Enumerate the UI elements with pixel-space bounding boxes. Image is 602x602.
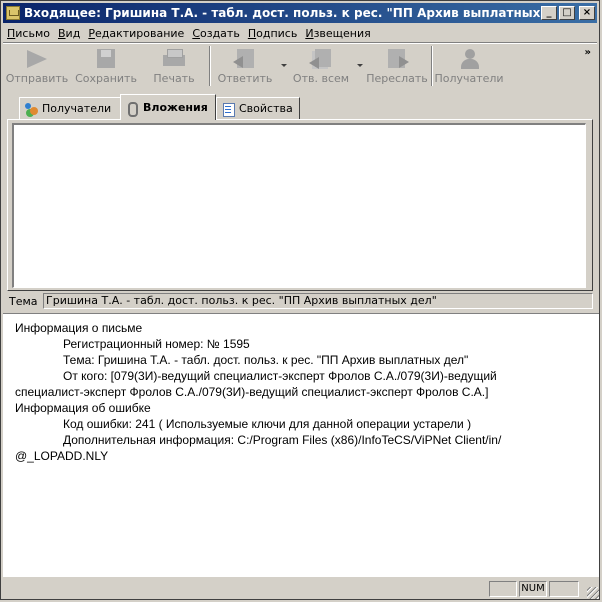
menu-signature-mnemonic: П (247, 26, 257, 40)
forward-icon (385, 48, 409, 70)
menu-signature[interactable]: Подпись (244, 27, 302, 40)
properties-icon (221, 102, 235, 117)
recipients-label: Получатели (434, 72, 504, 85)
tab-recipients[interactable]: Получатели (19, 97, 121, 119)
status-cell-scroll (549, 581, 579, 597)
status-bar: NUM (3, 579, 599, 599)
reply-all-icon (309, 48, 333, 70)
menu-signature-label: одпись (256, 26, 298, 40)
tab-properties-label: Свойства (239, 102, 293, 115)
letter-topic: Тема: Гришина Т.А. - табл. дост. польз. … (63, 353, 469, 367)
resize-grip-icon[interactable] (587, 587, 599, 599)
tab-control: Получатели Вложения Свойства (7, 93, 593, 291)
tab-attachments-label: Вложения (143, 101, 208, 114)
attachments-list[interactable] (12, 123, 586, 288)
subject-label: Тема (9, 294, 38, 308)
menu-view-label: ид (65, 26, 81, 40)
letter-info-heading: Информация о письме (15, 321, 143, 335)
forward-button[interactable]: Переслать (365, 44, 429, 88)
reply-icon (233, 48, 257, 70)
toolbar-separator (209, 46, 211, 86)
menu-notifications[interactable]: Извещения (301, 27, 374, 40)
reply-dropdown-arrow-icon[interactable] (281, 64, 287, 67)
forward-label: Переслать (366, 72, 428, 85)
menu-edit[interactable]: Редактирование (84, 27, 188, 40)
save-icon (94, 48, 118, 70)
error-info-heading: Информация об ошибке (15, 401, 151, 415)
menu-letter-label: исьмо (15, 26, 50, 40)
reply-label: Ответить (217, 72, 273, 85)
menu-create-label: оздать (200, 26, 240, 40)
people-icon (24, 102, 38, 116)
menu-edit-mnemonic: Р (88, 26, 95, 40)
maximize-button[interactable]: □ (559, 6, 575, 20)
send-icon (25, 48, 49, 70)
message-info-pane[interactable]: Информация о письме Регистрационный номе… (3, 313, 599, 577)
envelope-icon (6, 6, 20, 20)
menu-letter[interactable]: Письмо (3, 27, 54, 40)
menu-notifications-label: звещения (313, 26, 371, 40)
recipients-button[interactable]: Получатели (434, 44, 504, 88)
toolbar-separator (431, 46, 433, 86)
paperclip-icon (125, 101, 139, 117)
reply-all-button[interactable]: Отв. всем (289, 44, 363, 88)
save-label: Сохранить (75, 72, 137, 85)
tab-strip: Получатели Вложения Свойства (9, 93, 589, 120)
recipients-icon (457, 48, 481, 70)
save-button[interactable]: Сохранить (71, 44, 141, 88)
menu-view-mnemonic: В (58, 26, 66, 40)
message-window: Входящее: Гришина Т.А. - табл. дост. пол… (0, 0, 600, 600)
tab-attachments[interactable]: Вложения (120, 94, 216, 120)
subject-field[interactable]: Гришина Т.А. - табл. дост. польз. к рес.… (43, 293, 593, 309)
title-bar[interactable]: Входящее: Гришина Т.А. - табл. дост. пол… (3, 3, 597, 23)
reply-all-dropdown-arrow-icon[interactable] (357, 64, 363, 67)
tab-recipients-label: Получатели (42, 102, 112, 115)
send-button[interactable]: Отправить (3, 44, 71, 88)
tab-properties[interactable]: Свойства (216, 97, 300, 119)
error-code: Код ошибки: 241 ( Используемые ключи для… (63, 417, 472, 431)
subject-row: Тема Гришина Т.А. - табл. дост. польз. к… (9, 292, 593, 310)
print-button[interactable]: Печать (141, 44, 207, 88)
reply-button[interactable]: Ответить (213, 44, 287, 88)
toolbar-overflow-chevron[interactable]: » (585, 47, 591, 58)
menu-bar: Письмо Вид Редактирование Создать Подпис… (3, 24, 597, 43)
send-label: Отправить (5, 72, 69, 85)
sender-line-2: специалист-эксперт Фролов С.А./079(3И)-в… (15, 385, 489, 399)
status-cell-caps (489, 581, 517, 597)
toolbar: Отправить Сохранить Печать Ответить Отв.… (3, 43, 597, 90)
registration-number: Регистрационный номер: № 1595 (63, 337, 250, 351)
reply-all-label: Отв. всем (292, 72, 350, 85)
status-cell-num: NUM (519, 581, 547, 597)
menu-create[interactable]: Создать (188, 27, 244, 40)
window-title: Входящее: Гришина Т.А. - табл. дост. пол… (24, 6, 541, 20)
menu-edit-label: едактирование (94, 26, 185, 40)
print-label: Печать (153, 72, 195, 85)
menu-create-mnemonic: С (192, 26, 200, 40)
menu-view[interactable]: Вид (54, 27, 84, 40)
printer-icon (162, 48, 186, 70)
menu-notifications-mnemonic: И (305, 26, 314, 40)
additional-info-line-2: @_LOPADD.NLY (15, 449, 109, 463)
additional-info-line-1: Дополнительная информация: C:/Program Fi… (63, 433, 502, 447)
tab-panel-attachments (7, 119, 593, 291)
close-button[interactable]: × (579, 6, 595, 20)
minimize-button[interactable]: _ (541, 6, 557, 20)
sender-line-1: От кого: [079(3И)-ведущий специалист-экс… (63, 369, 497, 383)
